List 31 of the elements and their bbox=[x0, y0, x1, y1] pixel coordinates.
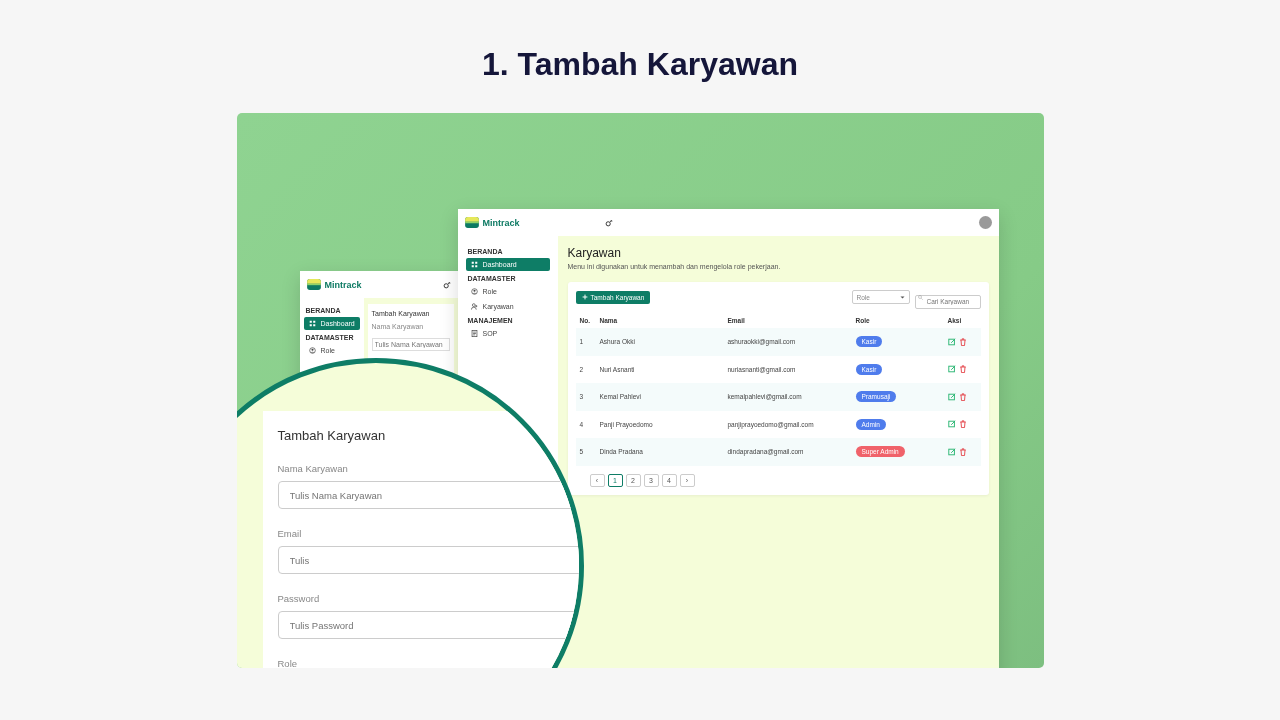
caret-icon bbox=[899, 295, 905, 299]
input-field[interactable]: Tulis bbox=[277, 546, 579, 574]
field-label: Role bbox=[277, 658, 299, 668]
delete-icon[interactable] bbox=[958, 420, 967, 429]
field-label: Nama Karyawan bbox=[277, 463, 349, 474]
form-title: Tambah Karyawan bbox=[277, 428, 387, 443]
delete-icon[interactable] bbox=[958, 365, 967, 374]
edit-icon[interactable] bbox=[947, 420, 956, 429]
page-heading: 1. Tambah Karyawan bbox=[482, 46, 798, 83]
user-circle-icon bbox=[308, 347, 316, 354]
brand-name: Mintrack bbox=[482, 217, 520, 228]
plus-icon bbox=[581, 294, 588, 300]
field-label: Email bbox=[277, 528, 303, 539]
edit-icon[interactable] bbox=[947, 447, 956, 456]
document-icon bbox=[470, 330, 478, 337]
dashboard-icon bbox=[308, 320, 316, 327]
logo-icon bbox=[306, 279, 321, 290]
delete-icon[interactable] bbox=[958, 447, 967, 456]
edit-icon[interactable] bbox=[947, 337, 956, 346]
logo-icon bbox=[464, 217, 479, 228]
avatar[interactable] bbox=[978, 216, 992, 229]
person-add-icon bbox=[470, 303, 478, 310]
edit-icon[interactable] bbox=[947, 392, 956, 401]
user-circle-icon bbox=[470, 288, 478, 295]
delete-icon[interactable] bbox=[958, 392, 967, 401]
edit-icon[interactable] bbox=[947, 365, 956, 374]
dashboard-icon bbox=[470, 261, 478, 268]
field-label: Password bbox=[277, 593, 321, 604]
brand-name: Mintrack bbox=[324, 279, 362, 290]
page-title: Karyawan bbox=[567, 246, 622, 260]
delete-icon[interactable] bbox=[958, 337, 967, 346]
